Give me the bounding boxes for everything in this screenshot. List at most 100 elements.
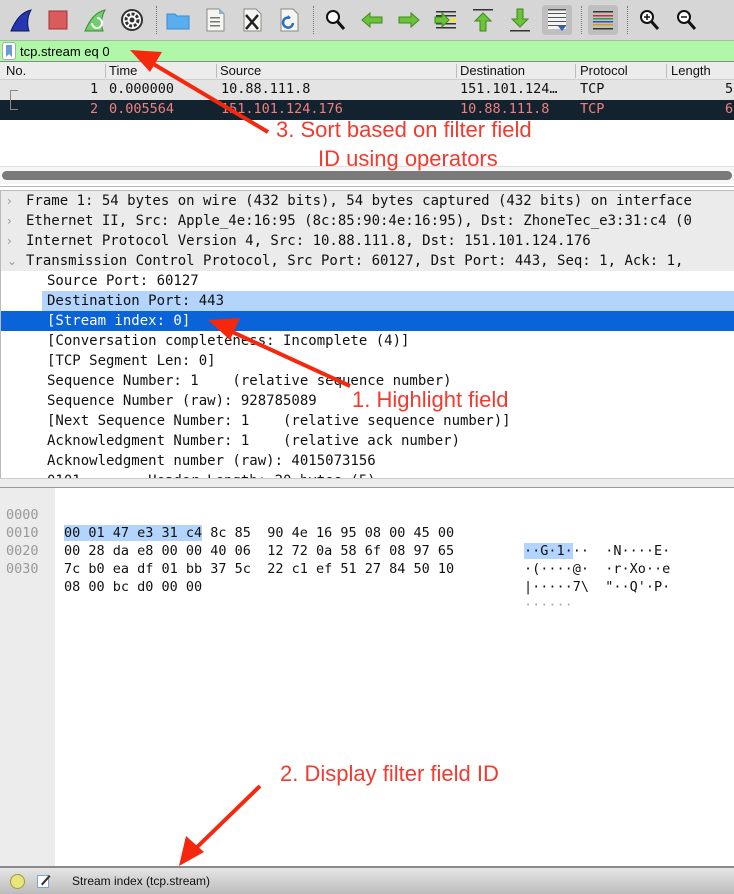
tree-item-ethernet[interactable]: › Ethernet II, Src: Apple_4e:16:95 (8c:85… <box>1 211 734 231</box>
restart-fin-icon <box>84 9 106 32</box>
column-divider[interactable] <box>575 64 576 78</box>
tree-item-label: Transmission Control Protocol, Src Port:… <box>26 253 684 269</box>
file-reload-icon <box>280 8 299 32</box>
expert-info-led-icon[interactable] <box>10 873 25 889</box>
file-close-icon <box>243 8 262 32</box>
status-field-text: Stream index (tcp.stream) <box>72 874 211 888</box>
tcp-field[interactable]: Acknowledgment number (raw): 4015073156 <box>1 451 734 471</box>
display-filter-input[interactable] <box>20 41 720 61</box>
tcp-field[interactable]: [Conversation completeness: Incomplete (… <box>1 331 734 351</box>
file-binary-icon <box>206 8 225 32</box>
column-divider[interactable] <box>666 64 667 78</box>
packet-bytes: 0000 00 01 47 e3 31 c4 8c 85 90 4e 16 95… <box>0 487 734 868</box>
zoom-in-icon <box>640 10 660 30</box>
annotation-step1: 1. Highlight field <box>352 387 509 412</box>
bytes-rows: 0000 00 01 47 e3 31 c4 8c 85 90 4e 16 95… <box>0 488 734 613</box>
chevron-right-icon[interactable]: › <box>7 231 12 251</box>
goto-packet-icon <box>434 11 456 29</box>
packet-protocol: TCP <box>580 101 605 117</box>
tcp-field-related[interactable]: Destination Port: 443 <box>1 291 734 311</box>
column-divider[interactable] <box>216 64 217 78</box>
packet-time: 0.005564 <box>109 101 175 117</box>
bytes-row[interactable]: 0000 00 01 47 e3 31 c4 8c 85 90 4e 16 95… <box>0 488 734 559</box>
autoscroll-icon <box>548 9 566 31</box>
packet-list-header: No. Time Source Destination Protocol Len… <box>0 62 734 80</box>
column-header-source[interactable]: Source <box>220 63 261 78</box>
arrow-right-icon <box>398 11 420 29</box>
stop-capture-button[interactable] <box>43 5 73 35</box>
open-file-button[interactable] <box>163 5 193 35</box>
packet-no: 2 <box>90 101 99 117</box>
hex-bytes: 08 00 bc d0 00 00 <box>64 579 203 595</box>
column-header-no[interactable]: No. <box>6 63 26 78</box>
packet-source: 10.88.111.8 <box>221 81 311 97</box>
tcp-field-label: Sequence Number (raw): 928785089 <box>47 393 317 409</box>
reload-file-button[interactable] <box>274 5 304 35</box>
column-divider[interactable] <box>456 64 457 78</box>
packet-row[interactable]: 1 0.000000 10.88.111.8 151.101.124… TCP … <box>0 80 734 100</box>
bytes-row[interactable]: 0010 00 28 da e8 00 00 40 06 12 72 0a 58… <box>0 506 734 577</box>
edit-comment-icon[interactable] <box>37 874 51 888</box>
packet-length: 5 <box>725 81 734 97</box>
filter-bookmark-button[interactable] <box>2 42 16 60</box>
tcp-field-label: Acknowledgment number (raw): 4015073156 <box>47 453 376 469</box>
bytes-row[interactable]: 0030 08 00 bc d0 00 00 ······ <box>0 542 734 613</box>
column-header-length[interactable]: Length <box>671 63 711 78</box>
tree-item-tcp[interactable]: ⌄ Transmission Control Protocol, Src Port… <box>1 251 734 271</box>
packet-time: 0.000000 <box>109 81 175 97</box>
tcp-field[interactable]: [Next Sequence Number: 1 (relative seque… <box>1 411 734 431</box>
gear-icon <box>121 9 143 31</box>
bytes-row[interactable]: 0020 7c b0 ea df 01 bb 37 5c 22 c1 ef 51… <box>0 524 734 595</box>
tcp-field-label: [TCP Segment Len: 0] <box>47 353 216 369</box>
toolbar-separator <box>313 6 314 34</box>
tree-item-frame[interactable]: › Frame 1: 54 bytes on wire (432 bits), 5… <box>1 191 734 211</box>
colorize-button[interactable] <box>588 5 618 35</box>
tree-item-ipv4[interactable]: › Internet Protocol Version 4, Src: 10.88… <box>1 231 734 251</box>
tcp-field[interactable]: Source Port: 60127 <box>1 271 734 291</box>
shark-fin-icon <box>10 9 32 32</box>
tcp-field-label: [Stream index: 0] <box>47 313 191 329</box>
column-header-destination[interactable]: Destination <box>460 63 525 78</box>
colorize-lines-icon <box>593 11 613 30</box>
capture-options-button[interactable] <box>117 5 147 35</box>
save-file-button[interactable] <box>200 5 230 35</box>
arrow-down-last-icon <box>510 8 530 32</box>
tcp-field[interactable]: [TCP Segment Len: 0] <box>1 351 734 371</box>
chevron-down-icon[interactable]: ⌄ <box>7 251 17 271</box>
toolbar-separator <box>627 6 628 34</box>
go-last-button[interactable] <box>505 5 535 35</box>
status-bar: Stream index (tcp.stream) <box>0 866 734 894</box>
stop-square-icon <box>48 10 68 30</box>
zoom-out-button[interactable] <box>671 5 701 35</box>
tcp-field-selected[interactable]: [Stream index: 0] <box>1 311 734 331</box>
go-forward-button[interactable] <box>394 5 424 35</box>
column-header-time[interactable]: Time <box>109 63 137 78</box>
column-divider[interactable] <box>105 64 106 78</box>
go-back-button[interactable] <box>357 5 387 35</box>
zoom-in-button[interactable] <box>634 5 664 35</box>
packet-details: › Frame 1: 54 bytes on wire (432 bits), 5… <box>0 190 734 482</box>
byte-offset: 0030 <box>6 561 39 577</box>
tree-item-label: Ethernet II, Src: Apple_4e:16:95 (8c:85:… <box>26 213 692 229</box>
packet-protocol: TCP <box>580 81 605 97</box>
chevron-right-icon[interactable]: › <box>7 211 12 231</box>
auto-scroll-button[interactable] <box>542 5 572 35</box>
go-to-packet-button[interactable] <box>431 5 461 35</box>
tcp-field[interactable]: Acknowledgment Number: 1 (relative ack n… <box>1 431 734 451</box>
conversation-bracket <box>10 90 18 100</box>
horizontal-scrollbar[interactable] <box>2 171 732 180</box>
bookmark-icon <box>6 45 12 57</box>
tcp-field-label: Destination Port: 443 <box>47 293 225 309</box>
column-header-protocol[interactable]: Protocol <box>580 63 628 78</box>
main-toolbar <box>0 0 734 40</box>
find-packet-button[interactable] <box>320 5 350 35</box>
packet-no: 1 <box>90 81 99 97</box>
chevron-right-icon[interactable]: › <box>7 191 12 211</box>
restart-capture-button[interactable] <box>80 5 110 35</box>
toolbar-separator <box>156 6 157 34</box>
tree-item-label: Frame 1: 54 bytes on wire (432 bits), 54… <box>26 193 692 209</box>
go-first-button[interactable] <box>468 5 498 35</box>
start-capture-button[interactable] <box>6 5 36 35</box>
annotation-step3-line1: 3. Sort based on filter field <box>276 117 532 142</box>
close-file-button[interactable] <box>237 5 267 35</box>
